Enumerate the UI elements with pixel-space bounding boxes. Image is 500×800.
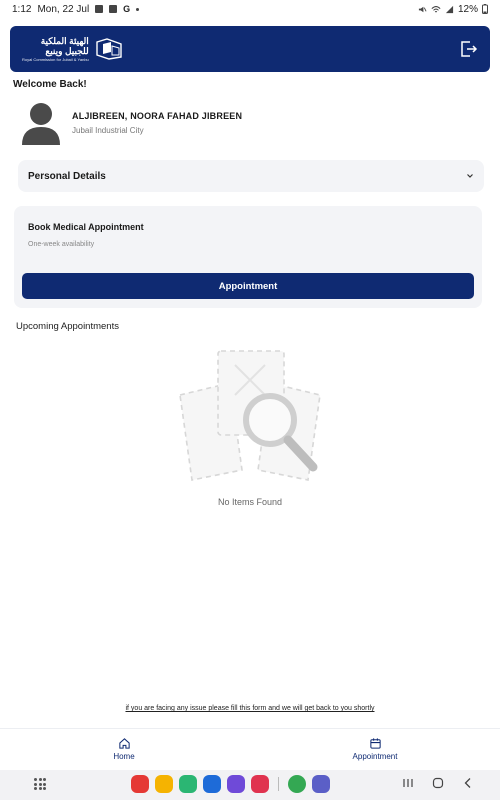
battery-icon xyxy=(482,4,488,14)
battery-percent: 12% xyxy=(457,3,478,15)
status-time: 1:12 xyxy=(12,3,32,15)
status-date: Mon, 22 Jul xyxy=(37,3,90,15)
logo-arabic-line1: الهيئة الملكية xyxy=(40,35,89,46)
book-card-title: Book Medical Appointment xyxy=(28,222,144,232)
user-profile: ALJIBREEN, NOORA FAHAD JIBREEN Jubail In… xyxy=(20,100,480,146)
flipboard-red-app-icon[interactable] xyxy=(131,775,149,793)
bottom-navigation: Home Appointment xyxy=(0,728,500,768)
avatar-icon xyxy=(22,103,60,145)
logo-emblem-icon xyxy=(96,38,122,60)
personal-details-accordion[interactable]: Personal Details xyxy=(18,160,484,192)
profile-name: ALJIBREEN, NOORA FAHAD JIBREEN xyxy=(72,111,243,121)
book-card-subtitle: One-week availability xyxy=(28,241,95,248)
messages-blue-app-icon[interactable] xyxy=(203,775,221,793)
status-bar: 1:12 Mon, 22 Jul G 12% xyxy=(0,0,500,18)
logo-english: Royal Commission for Jubail & Yanbu xyxy=(22,56,89,62)
notes-yellow-app-icon[interactable] xyxy=(155,775,173,793)
logo-text: الهيئة الملكية للجبيل وينبع Royal Commis… xyxy=(22,35,89,62)
more-notifications-icon xyxy=(136,7,140,11)
home-icon xyxy=(118,737,130,749)
book-appointment-card: Book Medical Appointment One-week availa… xyxy=(14,206,482,308)
nav-home-label: Home xyxy=(113,751,135,761)
appointment-button[interactable]: Appointment xyxy=(22,273,474,299)
app-screen: 1:12 Mon, 22 Jul G 12% الهيئة الملكية لل… xyxy=(0,0,500,800)
nav-appointment[interactable]: Appointment xyxy=(250,729,500,768)
recent-apps-icon[interactable] xyxy=(401,776,415,790)
google-notification-icon: G xyxy=(123,4,131,14)
profile-city: Jubail Industrial City xyxy=(72,126,144,135)
nav-home[interactable]: Home xyxy=(0,729,250,768)
teams-app-icon[interactable] xyxy=(312,775,330,793)
screen-recorder-app-icon[interactable] xyxy=(251,775,269,793)
phone-green-app-icon[interactable] xyxy=(179,775,197,793)
nav-appointment-label: Appointment xyxy=(352,751,398,761)
system-navigation-bar xyxy=(0,770,500,800)
calendar-notification-icon xyxy=(109,5,118,13)
gallery-notification-icon xyxy=(95,5,104,13)
calendar-icon xyxy=(369,737,381,749)
welcome-heading: Welcome Back! xyxy=(13,79,87,90)
logout-icon[interactable] xyxy=(458,39,478,59)
personal-details-label: Personal Details xyxy=(28,170,106,182)
internet-purple-app-icon[interactable] xyxy=(227,775,245,793)
issue-form-link[interactable]: if you are facing any issue please fill … xyxy=(0,705,500,712)
chevron-down-icon xyxy=(467,174,473,178)
logo-arabic-line2: للجبيل وينبع xyxy=(45,45,89,56)
upcoming-appointments-heading: Upcoming Appointments xyxy=(16,321,119,332)
app-header: الهيئة الملكية للجبيل وينبع Royal Commis… xyxy=(10,26,490,72)
app-drawer-icon[interactable] xyxy=(34,778,46,790)
chrome-app-icon[interactable] xyxy=(288,775,306,793)
signal-icon xyxy=(445,5,454,13)
rcjy-logo: الهيئة الملكية للجبيل وينبع Royal Commis… xyxy=(22,35,123,62)
back-icon[interactable] xyxy=(461,776,475,790)
mute-icon xyxy=(418,6,427,12)
empty-state-text: No Items Found xyxy=(217,497,283,507)
wifi-icon xyxy=(431,5,441,12)
home-button-icon[interactable] xyxy=(431,776,445,790)
dock-separator xyxy=(278,777,279,791)
app-dock xyxy=(131,775,330,793)
empty-state-illustration xyxy=(179,350,321,481)
